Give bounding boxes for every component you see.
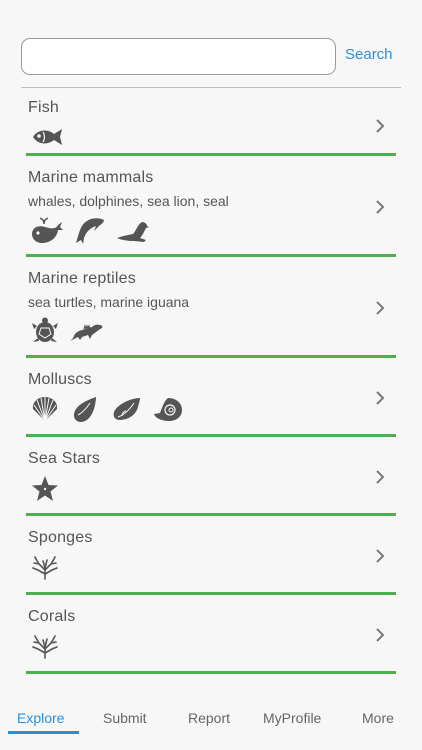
category-subtitle: whales, dolphines, sea lion, seal	[28, 193, 229, 209]
row-divider	[26, 254, 396, 257]
category-title: Sea Stars	[28, 450, 101, 467]
coral-icon	[32, 635, 58, 659]
tab-report[interactable]: Report	[188, 710, 230, 726]
search-bar: Search	[21, 38, 401, 76]
category-title: Marine mammals	[28, 169, 154, 186]
scallop-shell-icon	[32, 397, 58, 422]
row-divider	[26, 434, 396, 437]
row-divider	[26, 355, 396, 358]
category-icons	[30, 317, 104, 345]
category-title: Molluscs	[28, 371, 92, 388]
turtle-icon	[32, 317, 58, 342]
tab-submit[interactable]: Submit	[103, 710, 147, 726]
whelk-shell-icon	[113, 398, 140, 420]
category-title: Marine reptiles	[28, 270, 136, 287]
category-icons	[30, 475, 60, 503]
category-title: Corals	[28, 608, 76, 625]
category-title: Sponges	[28, 529, 93, 546]
whale-icon	[32, 217, 63, 243]
bottom-tab-bar: Explore Submit Report MyProfile More	[0, 700, 422, 750]
sea-star-icon	[32, 476, 58, 501]
tab-more[interactable]: More	[362, 710, 394, 726]
iguana-icon	[70, 324, 103, 341]
search-input[interactable]	[21, 38, 336, 75]
active-tab-indicator	[8, 731, 79, 734]
category-row-corals[interactable]: Corals	[0, 597, 422, 676]
category-list: Fish Marine mammals whales, dolphines, s…	[0, 88, 422, 676]
category-icons	[30, 126, 64, 148]
row-divider	[26, 153, 396, 156]
tab-explore[interactable]: Explore	[17, 710, 64, 726]
chevron-right-icon	[376, 301, 385, 315]
category-icons	[30, 556, 60, 580]
row-divider	[26, 592, 396, 595]
category-row-molluscs[interactable]: Molluscs	[0, 360, 422, 439]
row-divider	[26, 671, 396, 674]
category-icons	[30, 635, 60, 659]
fish-icon	[33, 129, 62, 145]
conch-shell-icon	[73, 397, 96, 422]
chevron-right-icon	[376, 470, 385, 484]
chevron-right-icon	[376, 391, 385, 405]
chevron-right-icon	[376, 119, 385, 133]
search-button[interactable]: Search	[345, 46, 393, 63]
row-divider	[26, 513, 396, 516]
category-row-marine-reptiles[interactable]: Marine reptiles sea turtles, marine igua…	[0, 259, 422, 360]
chevron-right-icon	[376, 549, 385, 563]
seal-icon	[117, 222, 149, 242]
category-row-fish[interactable]: Fish	[0, 88, 422, 158]
category-subtitle: sea turtles, marine iguana	[28, 294, 190, 310]
category-icons	[30, 216, 150, 246]
chevron-right-icon	[376, 200, 385, 214]
chevron-right-icon	[376, 628, 385, 642]
tab-myprofile[interactable]: MyProfile	[263, 710, 321, 726]
category-title: Fish	[28, 99, 60, 116]
category-row-sponges[interactable]: Sponges	[0, 518, 422, 597]
category-row-sea-stars[interactable]: Sea Stars	[0, 439, 422, 518]
category-icons	[30, 395, 184, 423]
sponge-icon	[32, 556, 58, 580]
category-row-marine-mammals[interactable]: Marine mammals whales, dolphines, sea li…	[0, 158, 422, 259]
dolphin-icon	[76, 218, 104, 244]
nautilus-shell-icon	[154, 398, 182, 421]
